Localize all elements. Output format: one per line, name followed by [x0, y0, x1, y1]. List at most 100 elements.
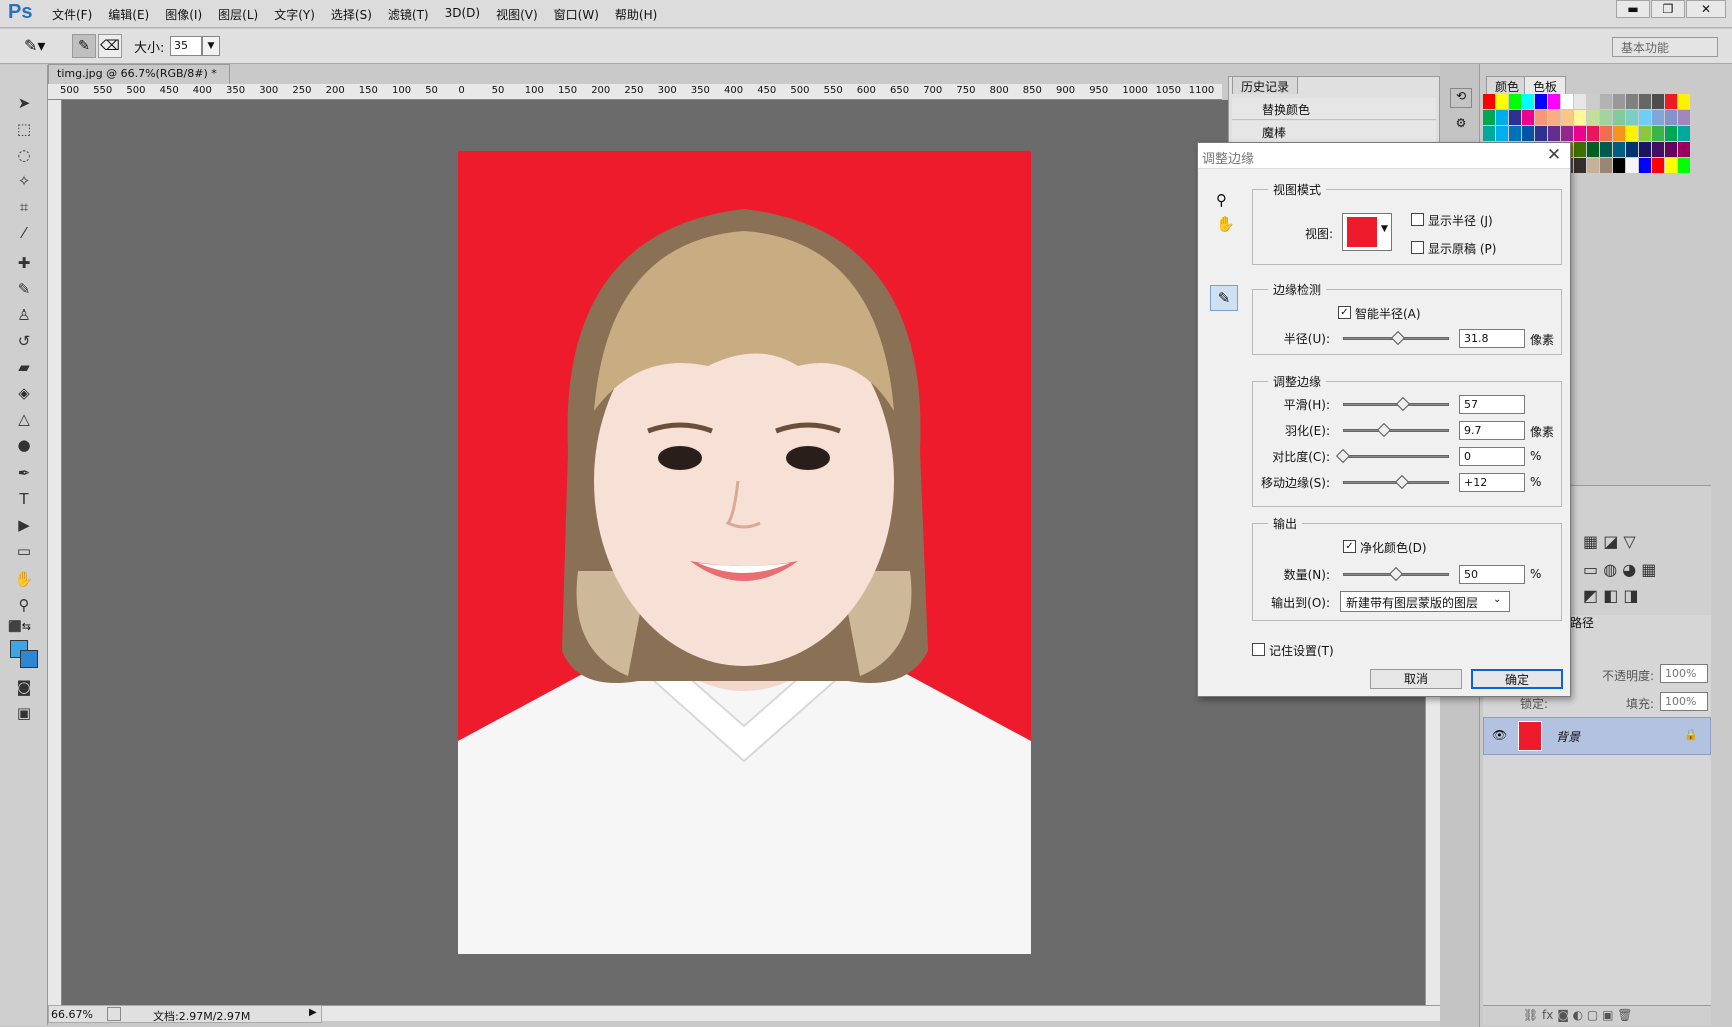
color-swatch[interactable] [1600, 142, 1612, 157]
show-original-checkbox[interactable] [1411, 241, 1424, 254]
color-swatch[interactable] [1535, 94, 1547, 109]
color-swatch[interactable] [1652, 94, 1664, 109]
color-swatch[interactable] [1483, 110, 1495, 125]
color-swatch[interactable] [1652, 126, 1664, 141]
color-swatch[interactable] [1678, 110, 1690, 125]
view-mode-dropdown-icon[interactable]: ▼ [1381, 224, 1388, 234]
color-swatch[interactable] [1626, 126, 1638, 141]
brush-size-dropdown-icon[interactable]: ▼ [202, 36, 220, 56]
color-swatch[interactable] [1652, 110, 1664, 125]
color-swatch[interactable] [1496, 126, 1508, 141]
shape-tool-icon[interactable]: ▭ [12, 540, 36, 562]
close-window-button[interactable]: ✕ [1686, 0, 1726, 18]
history-brush-tool-icon[interactable]: ↺ [12, 330, 36, 352]
menu-filter[interactable]: 滤镜(T) [388, 6, 429, 23]
menu-view[interactable]: 视图(V) [496, 6, 538, 23]
eyedropper-tool-icon[interactable]: ⁄ [12, 222, 36, 244]
menu-file[interactable]: 文件(F) [52, 6, 92, 23]
horizontal-scrollbar[interactable] [322, 1005, 1440, 1021]
fill-input[interactable]: 100% [1660, 692, 1708, 711]
crop-tool-icon[interactable]: ⌗ [12, 196, 36, 218]
radius-input[interactable]: 31.8 [1459, 329, 1525, 348]
history-item[interactable]: 魔棒 [1232, 121, 1436, 143]
color-swatch[interactable] [1626, 142, 1638, 157]
color-swatch[interactable] [1535, 110, 1547, 125]
status-info-icon[interactable] [107, 1007, 121, 1021]
color-swatch[interactable] [1548, 126, 1560, 141]
brush-tool-icon[interactable]: ✎ [12, 278, 36, 300]
decontaminate-colors-checkbox[interactable]: ✓ [1343, 540, 1356, 553]
menu-window[interactable]: 窗口(W) [554, 6, 599, 23]
color-swatch[interactable] [1509, 126, 1521, 141]
color-swatch[interactable] [1665, 94, 1677, 109]
actions-panel-icon[interactable]: ⚙ [1450, 116, 1472, 134]
feather-slider[interactable] [1343, 429, 1449, 432]
type-tool-icon[interactable]: T [12, 488, 36, 510]
layers-footer-icons[interactable]: ⛓ fx ◙ ◐ ▢ ▣ 🗑 [1483, 1005, 1711, 1025]
menu-help[interactable]: 帮助(H) [615, 6, 657, 23]
color-swatch[interactable] [1626, 110, 1638, 125]
color-swatch[interactable] [1678, 126, 1690, 141]
brush-size-input[interactable]: 35 [170, 36, 202, 56]
move-tool-icon[interactable]: ➤ [12, 92, 36, 114]
view-mode-thumbnail[interactable]: ▼ [1342, 213, 1392, 251]
layer-visibility-eye-icon[interactable]: 👁 [1492, 728, 1507, 742]
color-swatch[interactable] [1600, 94, 1612, 109]
remember-settings-checkbox[interactable] [1252, 643, 1265, 656]
path-select-tool-icon[interactable]: ▶ [12, 514, 36, 536]
amount-input[interactable]: 50 [1459, 565, 1525, 584]
color-swatch[interactable] [1587, 142, 1599, 157]
color-swatch[interactable] [1665, 158, 1677, 173]
dodge-tool-icon[interactable]: ● [12, 434, 36, 456]
color-swatch[interactable] [1509, 94, 1521, 109]
ok-button[interactable]: 确定 [1471, 669, 1563, 689]
menu-type[interactable]: 文字(Y) [274, 6, 315, 23]
healing-brush-tool-icon[interactable]: ✚ [12, 252, 36, 274]
color-tab[interactable]: 颜色 [1486, 76, 1529, 94]
history-item[interactable]: 替换颜色 [1232, 98, 1436, 120]
adjustment-icons[interactable]: ▦ ◪ ▽ [1583, 532, 1636, 551]
dialog-close-icon[interactable]: ✕ [1542, 145, 1566, 165]
refine-radius-tool-icon[interactable]: ✎ [1210, 285, 1238, 311]
color-swatch[interactable] [1509, 110, 1521, 125]
color-swatch[interactable] [1678, 158, 1690, 173]
zoom-tool-icon[interactable]: ⚲ [1216, 191, 1227, 209]
color-swatch[interactable] [1600, 126, 1612, 141]
zoom-level[interactable]: 66.67% [51, 1008, 93, 1021]
color-swatch[interactable] [1613, 110, 1625, 125]
workspace-switcher[interactable]: 基本功能 [1612, 37, 1718, 57]
color-swatch[interactable] [1574, 142, 1586, 157]
blur-tool-icon[interactable]: △ [12, 408, 36, 430]
color-swatch[interactable] [1613, 126, 1625, 141]
clone-stamp-tool-icon[interactable]: ♙ [12, 304, 36, 326]
color-swatch[interactable] [1665, 110, 1677, 125]
color-swatch[interactable] [1574, 126, 1586, 141]
menu-select[interactable]: 选择(S) [331, 6, 372, 23]
color-swatch[interactable] [1613, 142, 1625, 157]
color-swatch[interactable] [1626, 158, 1638, 173]
color-swatch[interactable] [1548, 94, 1560, 109]
menu-edit[interactable]: 编辑(E) [108, 6, 149, 23]
color-swatch[interactable] [1522, 126, 1534, 141]
color-swatch[interactable] [1639, 110, 1651, 125]
color-swatch[interactable] [1561, 110, 1573, 125]
portrait-photo[interactable] [458, 151, 1031, 954]
color-swatch[interactable] [1561, 94, 1573, 109]
color-swatch[interactable] [1600, 110, 1612, 125]
hand-tool-icon[interactable]: ✋ [12, 568, 36, 590]
color-swatch[interactable] [1639, 126, 1651, 141]
color-swatch[interactable] [1574, 110, 1586, 125]
status-menu-arrow-icon[interactable]: ▶ [309, 1007, 317, 1018]
eraser-tool-icon[interactable]: ▰ [12, 356, 36, 378]
color-swatch[interactable] [1639, 94, 1651, 109]
color-swatch[interactable] [1587, 110, 1599, 125]
opacity-input[interactable]: 100% [1660, 664, 1708, 683]
color-swatch[interactable] [1613, 94, 1625, 109]
color-swatch[interactable] [1678, 94, 1690, 109]
cancel-button[interactable]: 取消 [1370, 669, 1462, 689]
document-tab[interactable]: timg.jpg @ 66.7%(RGB/8#) * × [48, 64, 230, 93]
color-swatch[interactable] [1665, 126, 1677, 141]
output-to-dropdown-icon[interactable]: ⌄ [1493, 594, 1501, 605]
color-swatch[interactable] [1483, 126, 1495, 141]
color-swatch[interactable] [1665, 142, 1677, 157]
